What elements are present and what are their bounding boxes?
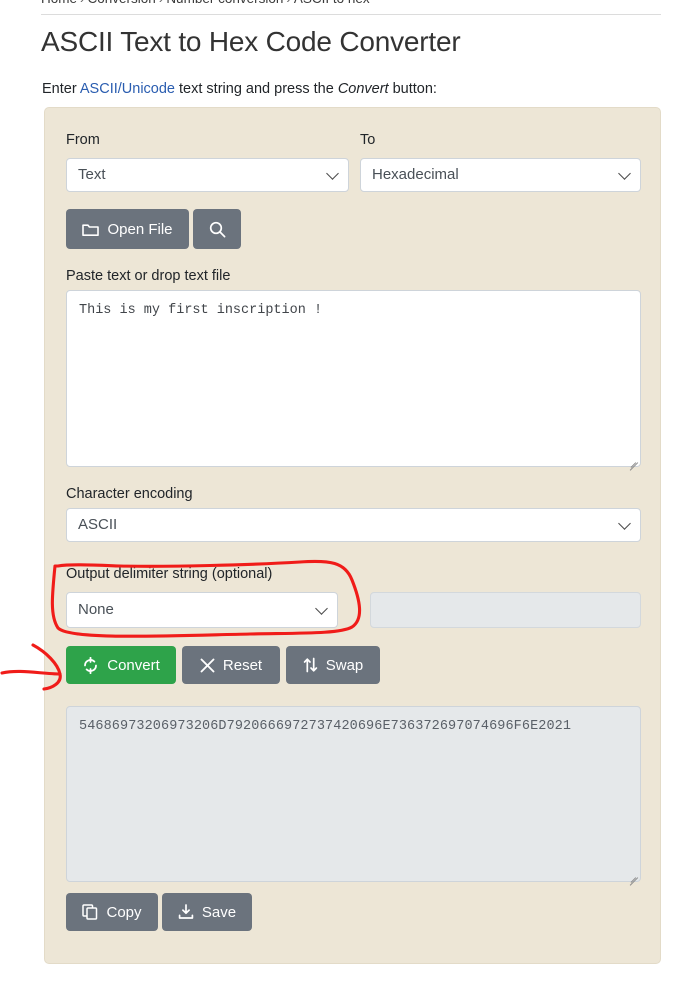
refresh-icon bbox=[82, 656, 99, 674]
to-label: To bbox=[360, 132, 376, 148]
save-label: Save bbox=[201, 903, 237, 921]
delimiter-select-wrapper[interactable]: None bbox=[66, 592, 338, 628]
delimiter-custom-input[interactable] bbox=[370, 592, 641, 628]
header-divider bbox=[41, 14, 661, 15]
breadcrumb-item-ascii-to-hex[interactable]: ASCII to hex bbox=[294, 0, 370, 6]
converter-panel: From To Text Hexadecimal Open File Paste… bbox=[44, 107, 661, 964]
page-title: ASCII Text to Hex Code Converter bbox=[41, 26, 461, 57]
copy-icon bbox=[82, 904, 98, 920]
reset-button[interactable]: Reset bbox=[182, 646, 280, 684]
swap-button[interactable]: Swap bbox=[286, 646, 380, 684]
page-root: Home›Conversion›Number conversion›ASCII … bbox=[0, 0, 678, 986]
from-label: From bbox=[66, 132, 100, 148]
copy-label: Copy bbox=[106, 903, 142, 921]
input-textarea[interactable] bbox=[66, 290, 641, 467]
intro-middle: text string and press the bbox=[175, 81, 338, 97]
intro-text: Enter ASCII/Unicode text string and pres… bbox=[42, 81, 437, 97]
save-button[interactable]: Save bbox=[162, 893, 252, 931]
search-icon bbox=[209, 221, 226, 238]
swap-arrows-icon bbox=[303, 657, 318, 673]
output-textarea[interactable] bbox=[66, 706, 641, 882]
breadcrumb-item-conversion[interactable]: Conversion bbox=[88, 0, 156, 6]
ascii-link[interactable]: ASCII bbox=[80, 81, 118, 97]
encoding-select-wrapper[interactable]: ASCII bbox=[66, 508, 641, 542]
from-select-wrapper[interactable]: Text bbox=[66, 158, 349, 192]
to-select-wrapper[interactable]: Hexadecimal bbox=[360, 158, 641, 192]
intro-after: button: bbox=[388, 81, 437, 97]
breadcrumb-separator: › bbox=[156, 0, 167, 6]
breadcrumb-item-home[interactable]: Home bbox=[41, 0, 77, 6]
folder-icon bbox=[82, 222, 100, 237]
intro-before: Enter bbox=[42, 81, 80, 97]
character-encoding-label: Character encoding bbox=[66, 486, 193, 502]
breadcrumb: Home›Conversion›Number conversion›ASCII … bbox=[41, 0, 370, 6]
character-encoding-select[interactable]: ASCII bbox=[66, 508, 641, 542]
input-textarea-label: Paste text or drop text file bbox=[66, 268, 231, 284]
download-icon bbox=[178, 904, 194, 920]
convert-label: Convert bbox=[107, 656, 160, 674]
breadcrumb-separator: › bbox=[77, 0, 88, 6]
breadcrumb-item-number-conversion[interactable]: Number conversion bbox=[166, 0, 283, 6]
from-select[interactable]: Text bbox=[66, 158, 349, 192]
convert-button[interactable]: Convert bbox=[66, 646, 176, 684]
output-delimiter-label: Output delimiter string (optional) bbox=[66, 566, 273, 582]
to-select[interactable]: Hexadecimal bbox=[360, 158, 641, 192]
unicode-link[interactable]: Unicode bbox=[122, 81, 175, 97]
breadcrumb-separator: › bbox=[283, 0, 294, 6]
output-delimiter-select[interactable]: None bbox=[66, 592, 338, 628]
search-button[interactable] bbox=[193, 209, 241, 249]
open-file-label: Open File bbox=[107, 220, 173, 238]
close-x-icon bbox=[200, 658, 215, 673]
reset-label: Reset bbox=[222, 656, 263, 674]
intro-convert-emphasis: Convert bbox=[337, 81, 389, 97]
open-file-button[interactable]: Open File bbox=[66, 209, 189, 249]
swap-label: Swap bbox=[325, 656, 364, 674]
copy-button[interactable]: Copy bbox=[66, 893, 158, 931]
